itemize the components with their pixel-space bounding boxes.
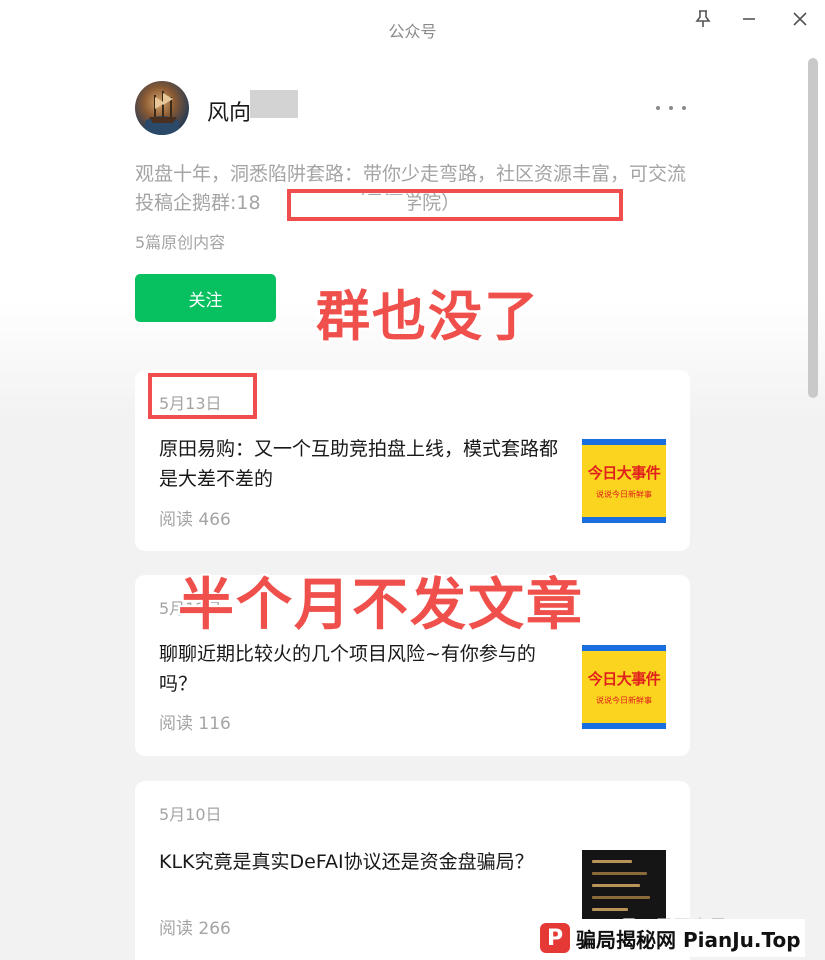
article-reads: 阅读 116 — [159, 714, 231, 734]
title-bar: 公众号 — [0, 0, 825, 56]
site-logo-text: 骗局揭秘网 PianJu.Top — [576, 927, 801, 952]
more-options-icon[interactable] — [656, 96, 686, 120]
minimize-icon[interactable] — [734, 8, 764, 30]
pin-icon[interactable] — [688, 8, 718, 30]
annotation-no-posts: 半个月不发文章 — [178, 573, 584, 638]
article-title[interactable]: 聊聊近期比较火的几个项目风险~有你参与的吗？ — [159, 639, 564, 699]
article-thumbnail[interactable]: 今日大事件 说说今日新鲜事 — [582, 439, 666, 523]
article-thumbnail[interactable]: 今日大事件 说说今日新鲜事 — [582, 645, 666, 729]
highlight-box-date — [148, 373, 257, 419]
article-reads: 阅读 466 — [159, 510, 231, 530]
scrollbar-thumb[interactable] — [808, 58, 818, 398]
account-avatar[interactable] — [135, 81, 189, 135]
annotation-group-gone: 群也没了 — [316, 285, 540, 348]
follow-button[interactable]: 关注 — [135, 274, 276, 322]
highlight-box-group — [287, 189, 623, 221]
article-title[interactable]: KLK究竟是真实DeFAI协议还是资金盘骗局？ — [159, 847, 564, 877]
thumbnail-subline: 说说今日新鲜事 — [596, 490, 652, 499]
thumbnail-headline: 今日大事件 — [587, 670, 661, 688]
site-logo-icon: P — [540, 923, 570, 953]
article-title[interactable]: 原田易购：又一个互助竞拍盘上线，模式套路都是大差不差的 — [159, 434, 564, 494]
article-date: 5月10日 — [159, 805, 222, 824]
article-reads: 阅读 266 — [159, 919, 231, 939]
thumbnail-headline: 今日大事件 — [587, 464, 661, 482]
thumbnail-subline: 说说今日新鲜事 — [596, 696, 652, 705]
original-count: 5篇原创内容 — [135, 233, 226, 252]
close-icon[interactable] — [785, 8, 815, 30]
name-redaction — [250, 90, 298, 118]
account-name: 风向 — [207, 101, 252, 126]
site-watermark: P 骗局揭秘网 PianJu.Top — [536, 919, 805, 957]
